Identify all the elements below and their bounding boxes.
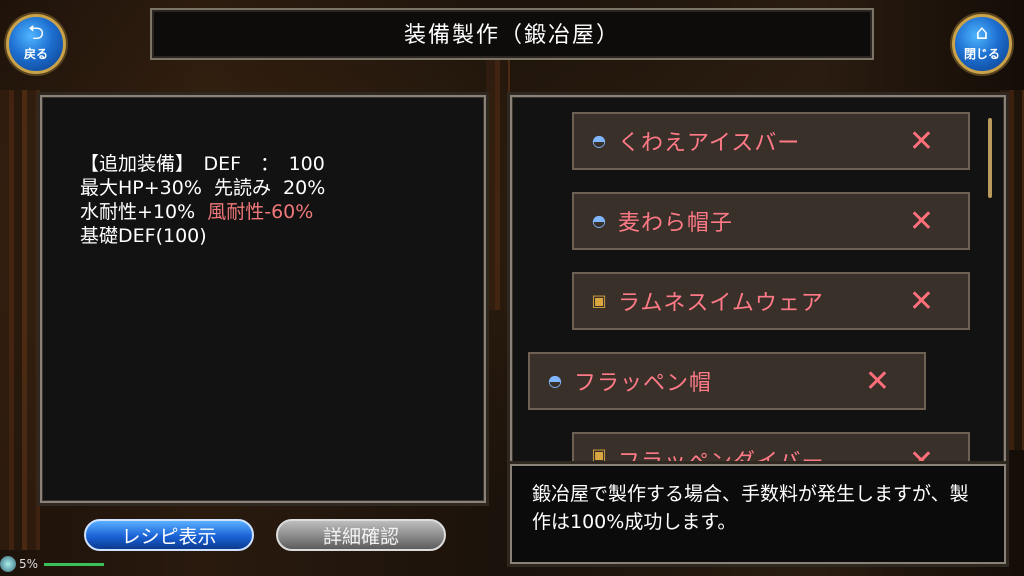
- back-button[interactable]: ⮌ 戻る: [6, 14, 66, 74]
- armor-icon: ▣: [591, 291, 607, 310]
- return-arrow-icon: ⮌: [27, 20, 45, 44]
- item-name: くわえアイスバー: [618, 131, 801, 156]
- close-button-label: 閉じる: [963, 47, 1000, 61]
- armor-icon: ▣: [591, 445, 607, 464]
- item-name: フラッペンダイバー: [618, 450, 825, 464]
- list-item[interactable]: ▣ フラッペンダイバー ✕: [572, 432, 970, 464]
- list-item[interactable]: ▣ ラムネスイムウェア ✕: [572, 272, 970, 330]
- item-name: 麦わら帽子: [618, 211, 734, 236]
- stats-line-3b: 風耐性-60%: [207, 201, 314, 223]
- battery-percent: 5%: [19, 557, 39, 571]
- stats-line-2: 最大HP+30% 先読み 20%: [80, 177, 326, 199]
- remove-button[interactable]: ✕: [865, 364, 890, 399]
- details-button[interactable]: 詳細確認: [276, 519, 446, 551]
- recipe-button[interactable]: レシピ表示: [84, 519, 254, 551]
- hat-icon: ◓: [592, 131, 606, 150]
- bookshelf-left: [0, 90, 40, 550]
- item-name: フラッペン帽: [574, 371, 713, 396]
- close-button[interactable]: ⌂ 閉じる: [952, 14, 1012, 74]
- hat-icon: ◓: [592, 211, 606, 230]
- list-item-selected[interactable]: ◓ フラッペン帽 ✕: [528, 352, 926, 410]
- list-item[interactable]: ◓ くわえアイスバー ✕: [572, 112, 970, 170]
- remove-button[interactable]: ✕: [909, 444, 934, 462]
- item-name: ラムネスイムウェア: [618, 291, 824, 316]
- remove-button[interactable]: ✕: [909, 284, 934, 319]
- home-icon: ⌂: [975, 20, 989, 44]
- battery-icon: [0, 556, 16, 572]
- hat-icon: ◓: [548, 371, 562, 390]
- battery-bar: [44, 562, 105, 566]
- list-item[interactable]: ◓ 麦わら帽子 ✕: [572, 192, 970, 250]
- stats-line-1: 【追加装備】 DEF ： 100: [80, 153, 325, 175]
- bookshelf-center: [486, 60, 510, 310]
- battery-status: 5%: [0, 556, 105, 572]
- back-button-label: 戻る: [23, 47, 48, 61]
- stats-line-3a: 水耐性+10%: [80, 201, 208, 223]
- equipment-stats: 【追加装備】 DEF ： 100 最大HP+30% 先読み 20% 水耐性+10…: [80, 152, 325, 248]
- list-scrollbar[interactable]: [988, 118, 992, 198]
- page-title: 装備製作（鍛冶屋）: [150, 8, 874, 60]
- remove-button[interactable]: ✕: [909, 124, 934, 159]
- stats-line-4: 基礎DEF(100): [80, 225, 207, 247]
- message-box: 鍛冶屋で製作する場合、手数料が発生しますが、製作は100%成功します。: [510, 464, 1006, 564]
- remove-button[interactable]: ✕: [909, 204, 934, 239]
- message-text: 鍛冶屋で製作する場合、手数料が発生しますが、製作は100%成功します。: [532, 483, 969, 533]
